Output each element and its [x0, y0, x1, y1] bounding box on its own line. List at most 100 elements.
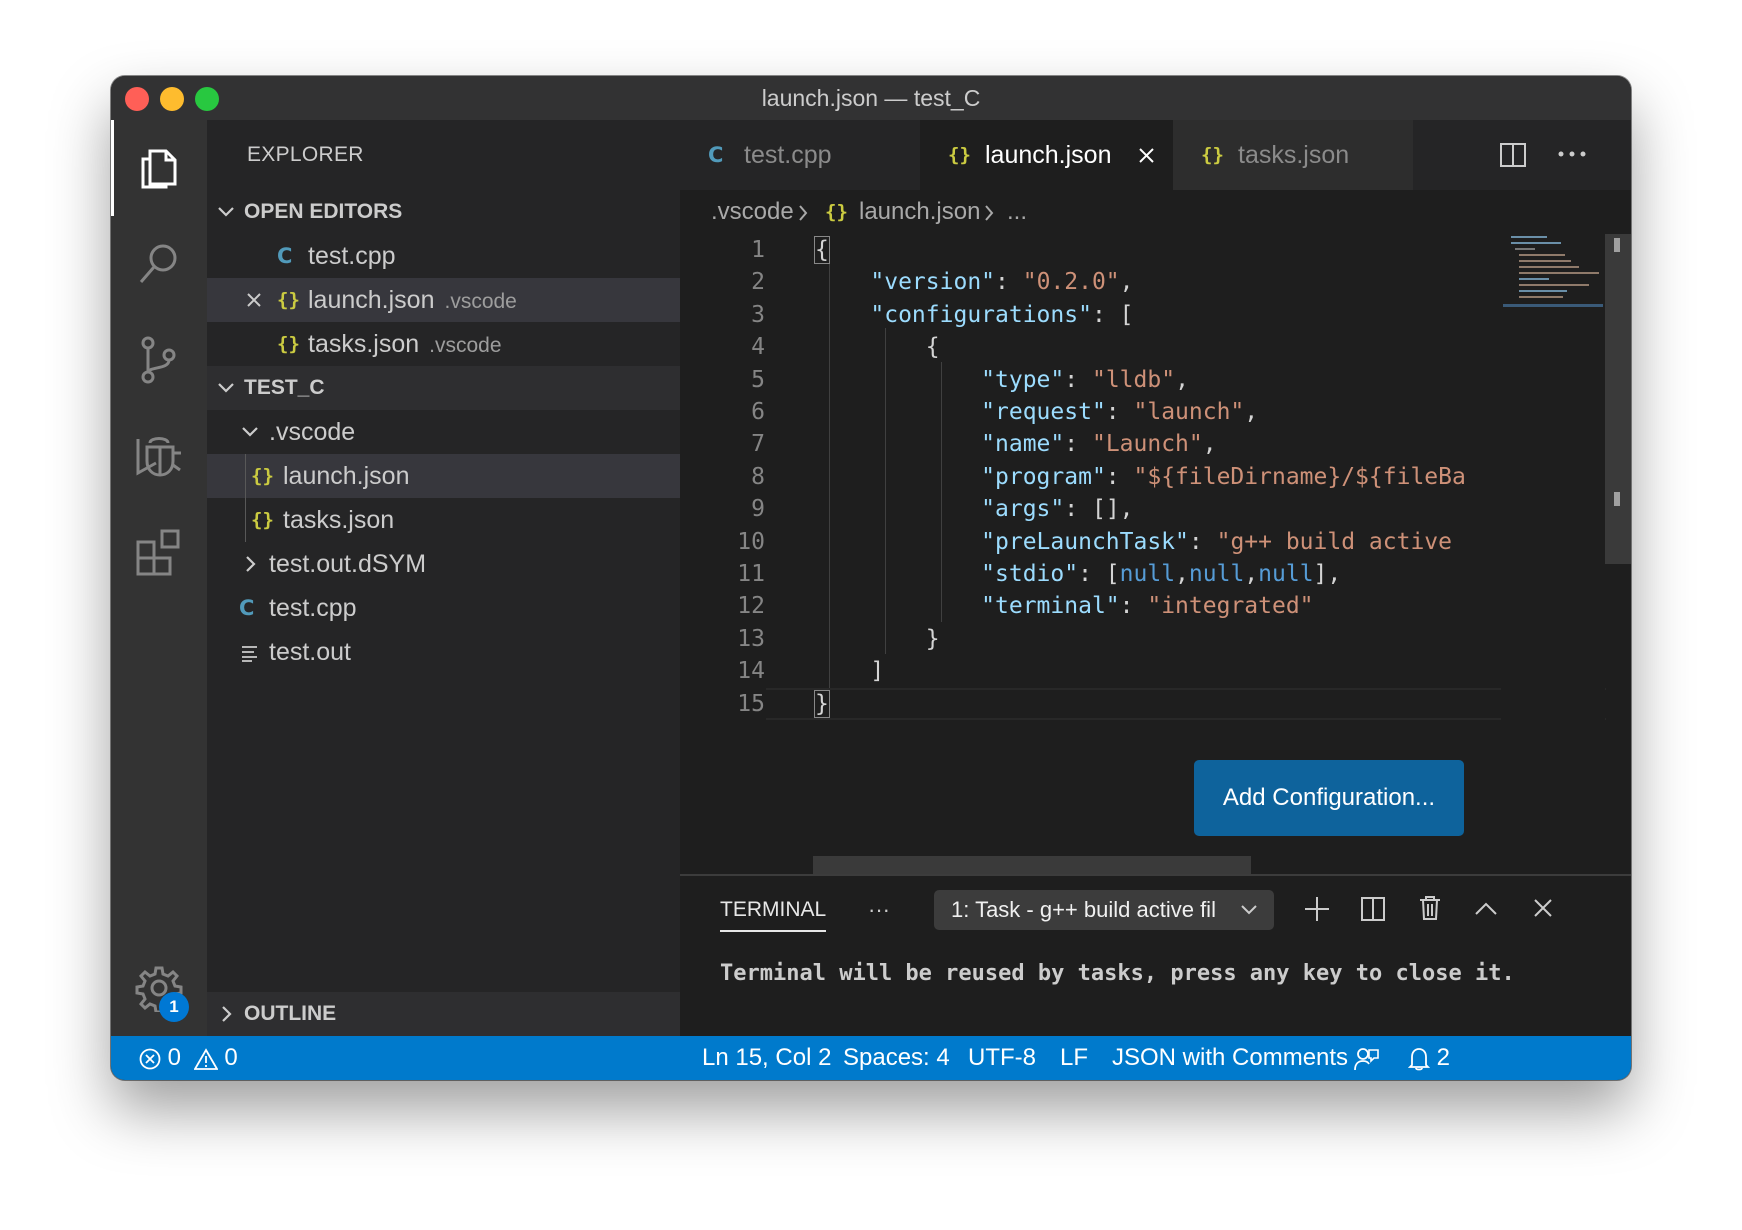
code-line: "stdio": [null,null,null], — [981, 561, 1342, 587]
minimap-line — [1519, 260, 1571, 262]
minimap[interactable] — [1501, 234, 1605, 834]
json-key: "stdio" — [981, 561, 1079, 587]
line-number: 11 — [737, 561, 765, 587]
open-editor-item[interactable]: C test.cpp — [207, 234, 680, 278]
terminal-panel: TERMINAL ··· 1: Task - g++ build active … — [680, 874, 1631, 1036]
open-editor-item[interactable]: {} tasks.json .vscode — [207, 322, 680, 366]
line-number: 14 — [737, 658, 765, 684]
tree-folder-vscode[interactable]: .vscode — [207, 410, 680, 454]
breadcrumb-symbol[interactable]: ... — [1007, 190, 1027, 234]
horizontal-scrollbar-thumb[interactable] — [813, 856, 1251, 874]
json-key: "program" — [981, 464, 1106, 490]
open-editor-folder: .vscode — [429, 334, 502, 357]
code-line: "name": "Launch", — [981, 431, 1217, 457]
json-key: "name" — [981, 431, 1065, 457]
maximize-panel-icon[interactable] — [1474, 900, 1498, 916]
cpp-file-icon: C — [239, 596, 255, 620]
code-editor[interactable]: 1 2 3 4 5 6 7 8 9 10 11 12 13 14 15 { "v… — [680, 234, 1631, 874]
scrollbar-marker — [1614, 238, 1620, 252]
new-terminal-icon[interactable] — [1304, 896, 1330, 922]
tree-item-test-out[interactable]: test.out — [207, 630, 680, 674]
run-debug-activity[interactable] — [111, 408, 207, 504]
line-number: 2 — [751, 269, 765, 295]
feedback-icon[interactable] — [1354, 1046, 1380, 1072]
json-string: "launch" — [1133, 399, 1245, 425]
json-file-icon: {} — [251, 465, 274, 487]
window-title: launch.json — test_C — [761, 85, 981, 111]
open-editors-header[interactable]: OPEN EDITORS — [207, 190, 680, 234]
tree-item-label: tasks.json — [283, 506, 395, 534]
minimap-line — [1519, 290, 1567, 292]
more-actions-icon[interactable] — [1557, 150, 1587, 158]
search-icon — [139, 244, 177, 283]
source-control-activity[interactable] — [111, 312, 207, 408]
title-bar: launch.json — test_C — [111, 76, 1631, 120]
json-file-icon: {} — [948, 144, 971, 166]
tab-test-cpp[interactable]: C test.cpp — [680, 120, 920, 190]
eol-status[interactable]: LF — [1060, 1036, 1088, 1080]
encoding-status[interactable]: UTF-8 — [968, 1036, 1036, 1080]
trash-icon[interactable] — [1418, 894, 1442, 922]
tree-item-tasks-json[interactable]: {} tasks.json — [207, 498, 680, 542]
json-file-icon: {} — [1201, 144, 1224, 166]
vertical-scrollbar-thumb[interactable] — [1605, 234, 1631, 564]
error-icon — [139, 1048, 161, 1070]
breadcrumb-file[interactable]: launch.json — [859, 190, 980, 234]
search-activity[interactable] — [111, 216, 207, 312]
add-configuration-button[interactable]: Add Configuration... — [1194, 760, 1464, 836]
explorer-activity[interactable] — [111, 120, 207, 216]
indentation-status[interactable]: Spaces: 4 — [843, 1036, 950, 1080]
json-brace: { — [925, 334, 940, 360]
project-folder-label: TEST_C — [244, 376, 325, 399]
close-icon[interactable] — [246, 292, 262, 308]
breadcrumb: .vscode {} launch.json ... — [680, 190, 1631, 234]
extensions-activity[interactable] — [111, 504, 207, 600]
line-number: 8 — [751, 464, 765, 490]
code-line: ] — [815, 655, 884, 687]
split-editor-icon[interactable] — [1499, 142, 1527, 168]
tree-item-launch-json[interactable]: {} launch.json — [207, 454, 680, 498]
terminal-output[interactable]: Terminal will be reused by tasks, press … — [720, 954, 1515, 994]
outline-header[interactable]: OUTLINE — [207, 992, 680, 1036]
open-editor-item[interactable]: {} launch.json .vscode — [207, 278, 680, 322]
json-key: "version" — [870, 269, 996, 295]
code-line: "request": "launch", — [981, 399, 1259, 425]
close-panel-icon[interactable] — [1533, 898, 1553, 918]
json-string: "${fileDirname}/${fileBa — [1133, 464, 1466, 490]
project-folder-header[interactable]: TEST_C — [207, 366, 680, 410]
json-file-icon: {} — [277, 289, 300, 311]
tab-tasks-json[interactable]: {} tasks.json — [1173, 120, 1413, 190]
tree-folder-dsym[interactable]: test.out.dSYM — [207, 542, 680, 586]
minimap-line — [1515, 248, 1535, 250]
terminal-select[interactable]: 1: Task - g++ build active fil — [934, 890, 1274, 930]
explorer-sidebar: EXPLORER OPEN EDITORS C test.cpp {} laun… — [207, 120, 680, 1036]
error-count: 0 — [167, 1044, 182, 1071]
code-line: } — [815, 623, 940, 655]
problems-status[interactable]: 0 0 — [139, 1036, 238, 1080]
cursor-position[interactable]: Ln 15, Col 2 — [702, 1036, 831, 1080]
close-icon[interactable] — [1138, 147, 1155, 164]
json-string: "0.2.0" — [1022, 269, 1120, 295]
json-key: "type" — [981, 367, 1065, 393]
language-mode[interactable]: JSON with Comments — [1112, 1036, 1348, 1080]
tab-terminal[interactable]: TERMINAL — [720, 890, 827, 932]
text-file-icon — [242, 646, 257, 662]
tab-launch-json[interactable]: {} launch.json — [920, 120, 1173, 190]
scrollbar-marker — [1614, 492, 1620, 506]
json-string: "integrated" — [1147, 593, 1314, 619]
panel-more-button[interactable]: ··· — [868, 890, 890, 930]
tree-indent-guide — [245, 454, 246, 542]
json-file-icon: {} — [251, 509, 274, 531]
minimap-line — [1519, 272, 1599, 274]
split-terminal-icon[interactable] — [1360, 896, 1386, 922]
notifications-status[interactable]: 2 — [1407, 1036, 1450, 1080]
breadcrumb-folder[interactable]: .vscode — [711, 190, 794, 234]
json-bracket: ] — [870, 658, 885, 684]
code-line: } — [814, 688, 830, 720]
manage-activity[interactable]: 1 — [111, 940, 207, 1036]
code-line: "version": "0.2.0", — [870, 269, 1134, 295]
json-null: null — [1188, 561, 1245, 587]
minimap-line — [1519, 278, 1549, 280]
json-file-icon: {} — [277, 333, 300, 355]
tree-item-test-cpp[interactable]: C test.cpp — [207, 586, 680, 630]
